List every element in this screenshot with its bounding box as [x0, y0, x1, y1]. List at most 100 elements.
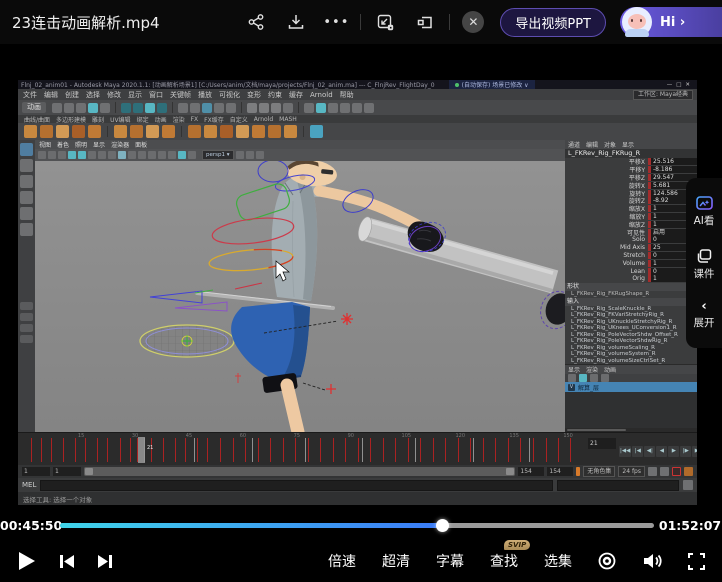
quality-button[interactable]: 超清 — [382, 551, 410, 571]
icon-placeholder — [214, 103, 224, 113]
channel-attributes: 平移X 25.516 平移Y -8.186 平移Z — [565, 158, 697, 283]
character-set-dropdown: 无角色集 — [583, 466, 615, 477]
icon-placeholder — [178, 151, 186, 159]
export-ppt-button[interactable]: 导出视频PPT — [500, 8, 606, 37]
icon-placeholder — [178, 103, 188, 113]
icon-placeholder — [58, 151, 66, 159]
divider — [449, 14, 450, 30]
frame-number-label: 75 — [294, 433, 300, 439]
prev-episode-button[interactable] — [58, 553, 75, 570]
fullscreen-icon[interactable] — [687, 552, 706, 571]
assistant-entry[interactable]: Hi › — [620, 7, 722, 37]
channel-box-menus: 通道编辑对象显示 — [565, 140, 697, 149]
download-icon[interactable] — [286, 12, 306, 32]
mini-window-icon[interactable] — [415, 12, 435, 32]
tool-icon — [20, 143, 33, 156]
status-dot — [455, 83, 459, 87]
total-time: 01:52:07 — [658, 518, 722, 533]
maya-title-bar: Flnj_02_anim01 - Autodesk Maya 2020.1.1:… — [18, 80, 697, 89]
record-circle-icon[interactable] — [597, 551, 617, 571]
shelf-icons — [18, 123, 697, 140]
seek-bar[interactable] — [60, 523, 654, 528]
icon-placeholder — [236, 125, 249, 138]
icon-placeholder — [568, 374, 576, 382]
icon-placeholder — [271, 103, 281, 113]
seek-bar-fill — [60, 523, 442, 528]
command-line: MEL — [18, 478, 697, 492]
anim-start-field: 1 — [22, 467, 50, 476]
mute-key-icon — [684, 467, 693, 476]
icon-placeholder — [188, 125, 201, 138]
video-frame-maya[interactable]: Flnj_02_anim01 - Autodesk Maya 2020.1.1:… — [18, 80, 697, 505]
sidebar-courseware[interactable]: 课件 — [694, 249, 715, 281]
icon-placeholder — [158, 151, 166, 159]
shelf-tab: FX — [191, 116, 199, 123]
playback-button: |◀◀ — [619, 446, 631, 457]
icon-placeholder — [340, 103, 350, 113]
subtitle-button[interactable]: 字幕 — [436, 551, 464, 571]
play-button[interactable] — [16, 550, 36, 572]
icon-placeholder — [226, 103, 236, 113]
screenshot-icon[interactable] — [375, 12, 395, 32]
channel-attribute-row: 可见性 启用 — [565, 228, 697, 236]
icon-placeholder — [72, 125, 85, 138]
menu-set-dropdown: 动画 — [22, 102, 46, 113]
icon-placeholder — [100, 103, 110, 113]
more-icon[interactable]: ••• — [326, 12, 346, 32]
anim-end-field: 154 — [547, 467, 573, 476]
channel-attribute-row: Volume 1 — [565, 259, 697, 267]
glove-far — [535, 287, 565, 334]
courseware-icon — [697, 249, 712, 263]
ai-watch-icon — [696, 196, 713, 210]
panel-menu-item: 着色 — [57, 140, 69, 149]
icon-placeholder — [252, 125, 265, 138]
search-button[interactable]: SVIP 查找 — [490, 551, 518, 571]
shelf-tab: UV编辑 — [110, 115, 131, 123]
ground-control-circle — [140, 325, 234, 357]
maya-menu-item: 缓存 — [289, 90, 303, 100]
window-controls: —□✕ — [667, 82, 694, 88]
layout-button — [20, 324, 33, 332]
shelf-tab: MASH — [279, 116, 297, 123]
channel-value-field: -8.186 — [651, 166, 697, 173]
frame-number-label: 90 — [348, 433, 354, 439]
layer-editor-tabs: 显示渲染动画 — [565, 364, 697, 374]
sidebar-ai-watch[interactable]: AI看 — [694, 196, 715, 228]
maya-menu-item: 选择 — [86, 90, 100, 100]
speed-button[interactable]: 倍速 — [328, 551, 356, 571]
share-icon[interactable] — [246, 12, 266, 32]
workspace-selector: 工作区: Maya经典 — [633, 90, 693, 100]
current-frame-field: 21 — [588, 438, 616, 449]
playback-button: |▶ — [680, 446, 691, 457]
icon-placeholder — [68, 151, 76, 159]
panel-menu-item: 显示 — [93, 140, 105, 149]
episodes-button[interactable]: 选集 — [544, 551, 572, 571]
shelf-tab: 动画 — [155, 115, 167, 123]
icon-placeholder — [108, 151, 116, 159]
panel-menu-item: 照明 — [75, 140, 87, 149]
shape-node: L_FKRev_Rig_FKRugShape_R — [565, 291, 697, 298]
close-button[interactable]: ✕ — [462, 11, 484, 33]
sidebar-expand[interactable]: ‹ 展开 — [694, 302, 715, 330]
icon-placeholder — [188, 151, 196, 159]
playback-end-field: 154 — [518, 467, 544, 476]
icon-placeholder — [157, 103, 167, 113]
control-bar: 倍速 超清 字幕 SVIP 查找 选集 — [0, 540, 722, 582]
shelf-tab: 渲染 — [173, 115, 185, 123]
layer-editor-tab: 渲染 — [586, 365, 598, 374]
channel-attribute-row: Lean 0 — [565, 267, 697, 275]
volume-icon[interactable] — [641, 551, 663, 571]
next-episode-button[interactable] — [97, 553, 114, 570]
icon-placeholder — [316, 103, 326, 113]
maya-status-line: 动画 — [18, 100, 697, 115]
icon-placeholder — [40, 125, 53, 138]
set-key-icon — [576, 467, 580, 476]
shelf-tab: 自定义 — [230, 115, 248, 123]
icon-placeholder — [98, 151, 106, 159]
display-layer-row: V 解算_层 — [565, 382, 697, 392]
fps-dropdown: 24 fps — [618, 466, 645, 477]
sidebar-tabs: AI看 课件 ‹ 展开 — [686, 178, 722, 348]
layer-editor-tab: 动画 — [604, 365, 616, 374]
seek-bar-thumb[interactable] — [436, 519, 449, 532]
anim-pref-icon — [648, 467, 657, 476]
